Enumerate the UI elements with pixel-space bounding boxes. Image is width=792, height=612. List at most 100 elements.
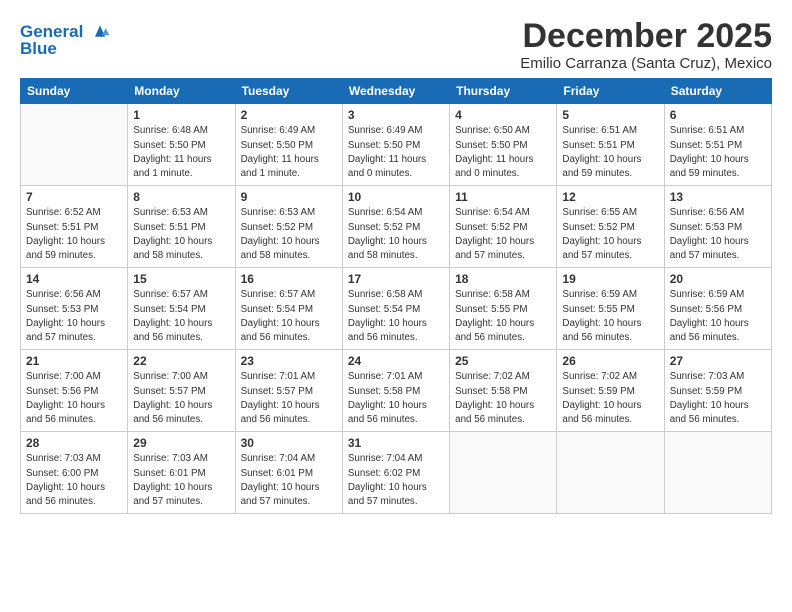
weekday-header-sunday: Sunday	[21, 79, 128, 104]
day-number: 11	[455, 190, 551, 204]
day-number: 24	[348, 354, 444, 368]
calendar-cell: 1 Sunrise: 6:48 AMSunset: 5:50 PMDaylight…	[128, 104, 235, 186]
logo-line2: Blue	[20, 40, 111, 59]
day-info: Sunrise: 6:52 AMSunset: 5:51 PMDaylight:…	[26, 206, 122, 263]
calendar-cell: 25 Sunrise: 7:02 AMSunset: 5:58 PMDayligh…	[450, 350, 557, 432]
day-number: 26	[562, 354, 658, 368]
day-info: Sunrise: 7:02 AMSunset: 5:58 PMDaylight:…	[455, 370, 551, 427]
calendar-cell: 15Sunrise: 6:57 AMSunset: 5:54 PMDayligh…	[128, 268, 235, 350]
calendar-cell	[557, 432, 664, 514]
month-title: December 2025	[520, 18, 772, 55]
calendar-cell: 27Sunrise: 7:03 AMSunset: 5:59 PMDayligh…	[664, 350, 771, 432]
day-info: Sunrise: 6:53 AMSunset: 5:52 PMDaylight:…	[241, 206, 337, 263]
calendar-cell: 20 Sunrise: 6:59 AMSunset: 5:56 PMDayligh…	[664, 268, 771, 350]
calendar-cell: 26 Sunrise: 7:02 AMSunset: 5:59 PMDayligh…	[557, 350, 664, 432]
day-number: 19	[562, 272, 658, 286]
day-number: 5	[562, 108, 658, 122]
calendar-week-row: 21 Sunrise: 7:00 AMSunset: 5:56 PMDayligh…	[21, 350, 772, 432]
calendar-week-row: 28Sunrise: 7:03 AMSunset: 6:00 PMDayligh…	[21, 432, 772, 514]
weekday-header-saturday: Saturday	[664, 79, 771, 104]
day-info: Sunrise: 7:04 AMSunset: 6:02 PMDaylight:…	[348, 452, 444, 509]
weekday-header-tuesday: Tuesday	[235, 79, 342, 104]
calendar-header-row: SundayMondayTuesdayWednesdayThursdayFrid…	[21, 79, 772, 104]
day-number: 13	[670, 190, 766, 204]
calendar-week-row: 1 Sunrise: 6:48 AMSunset: 5:50 PMDaylight…	[21, 104, 772, 186]
calendar-cell: 22 Sunrise: 7:00 AMSunset: 5:57 PMDayligh…	[128, 350, 235, 432]
weekday-header-wednesday: Wednesday	[342, 79, 449, 104]
calendar-cell: 12 Sunrise: 6:55 AMSunset: 5:52 PMDayligh…	[557, 186, 664, 268]
day-info: Sunrise: 6:59 AMSunset: 5:55 PMDaylight:…	[562, 288, 658, 345]
weekday-header-monday: Monday	[128, 79, 235, 104]
day-info: Sunrise: 7:02 AMSunset: 5:59 PMDaylight:…	[562, 370, 658, 427]
day-info: Sunrise: 7:01 AMSunset: 5:58 PMDaylight:…	[348, 370, 444, 427]
calendar-cell: 18 Sunrise: 6:58 AMSunset: 5:55 PMDayligh…	[450, 268, 557, 350]
day-info: Sunrise: 6:57 AMSunset: 5:54 PMDaylight:…	[133, 288, 229, 345]
day-info: Sunrise: 7:04 AMSunset: 6:01 PMDaylight:…	[241, 452, 337, 509]
day-info: Sunrise: 7:03 AMSunset: 5:59 PMDaylight:…	[670, 370, 766, 427]
calendar-cell: 29Sunrise: 7:03 AMSunset: 6:01 PMDayligh…	[128, 432, 235, 514]
calendar-cell: 30 Sunrise: 7:04 AMSunset: 6:01 PMDayligh…	[235, 432, 342, 514]
calendar-cell: 7 Sunrise: 6:52 AMSunset: 5:51 PMDaylight…	[21, 186, 128, 268]
day-number: 18	[455, 272, 551, 286]
day-info: Sunrise: 7:00 AMSunset: 5:57 PMDaylight:…	[133, 370, 229, 427]
calendar-cell: 9 Sunrise: 6:53 AMSunset: 5:52 PMDaylight…	[235, 186, 342, 268]
day-number: 10	[348, 190, 444, 204]
day-info: Sunrise: 6:59 AMSunset: 5:56 PMDaylight:…	[670, 288, 766, 345]
weekday-header-friday: Friday	[557, 79, 664, 104]
day-info: Sunrise: 6:49 AMSunset: 5:50 PMDaylight:…	[348, 124, 444, 181]
day-number: 17	[348, 272, 444, 286]
day-info: Sunrise: 6:56 AMSunset: 5:53 PMDaylight:…	[670, 206, 766, 263]
calendar-week-row: 14Sunrise: 6:56 AMSunset: 5:53 PMDayligh…	[21, 268, 772, 350]
day-number: 30	[241, 436, 337, 450]
day-number: 31	[348, 436, 444, 450]
calendar-cell: 14Sunrise: 6:56 AMSunset: 5:53 PMDayligh…	[21, 268, 128, 350]
day-number: 28	[26, 436, 122, 450]
day-number: 14	[26, 272, 122, 286]
day-number: 1	[133, 108, 229, 122]
day-info: Sunrise: 6:48 AMSunset: 5:50 PMDaylight:…	[133, 124, 229, 181]
day-number: 20	[670, 272, 766, 286]
weekday-header-thursday: Thursday	[450, 79, 557, 104]
calendar-cell: 2Sunrise: 6:49 AMSunset: 5:50 PMDaylight…	[235, 104, 342, 186]
day-number: 22	[133, 354, 229, 368]
day-info: Sunrise: 6:50 AMSunset: 5:50 PMDaylight:…	[455, 124, 551, 181]
calendar-cell: 23Sunrise: 7:01 AMSunset: 5:57 PMDayligh…	[235, 350, 342, 432]
calendar-cell	[21, 104, 128, 186]
day-info: Sunrise: 7:01 AMSunset: 5:57 PMDaylight:…	[241, 370, 337, 427]
day-number: 16	[241, 272, 337, 286]
calendar-cell: 31 Sunrise: 7:04 AMSunset: 6:02 PMDayligh…	[342, 432, 449, 514]
day-number: 2	[241, 108, 337, 122]
day-info: Sunrise: 6:54 AMSunset: 5:52 PMDaylight:…	[455, 206, 551, 263]
calendar-cell: 8Sunrise: 6:53 AMSunset: 5:51 PMDaylight…	[128, 186, 235, 268]
day-number: 12	[562, 190, 658, 204]
day-number: 7	[26, 190, 122, 204]
day-info: Sunrise: 6:54 AMSunset: 5:52 PMDaylight:…	[348, 206, 444, 263]
day-number: 4	[455, 108, 551, 122]
calendar-cell: 13 Sunrise: 6:56 AMSunset: 5:53 PMDayligh…	[664, 186, 771, 268]
calendar-cell: 16 Sunrise: 6:57 AMSunset: 5:54 PMDayligh…	[235, 268, 342, 350]
day-info: Sunrise: 6:51 AMSunset: 5:51 PMDaylight:…	[670, 124, 766, 181]
page: General Blue December 2025 Emilio Carran…	[0, 0, 792, 612]
calendar-cell: 17Sunrise: 6:58 AMSunset: 5:54 PMDayligh…	[342, 268, 449, 350]
day-number: 21	[26, 354, 122, 368]
calendar-cell	[450, 432, 557, 514]
day-info: Sunrise: 6:57 AMSunset: 5:54 PMDaylight:…	[241, 288, 337, 345]
logo: General Blue	[20, 22, 111, 58]
day-number: 3	[348, 108, 444, 122]
day-info: Sunrise: 7:00 AMSunset: 5:56 PMDaylight:…	[26, 370, 122, 427]
subtitle: Emilio Carranza (Santa Cruz), Mexico	[520, 55, 772, 72]
calendar-cell: 21 Sunrise: 7:00 AMSunset: 5:56 PMDayligh…	[21, 350, 128, 432]
title-area: December 2025 Emilio Carranza (Santa Cru…	[520, 18, 772, 72]
calendar-cell: 28Sunrise: 7:03 AMSunset: 6:00 PMDayligh…	[21, 432, 128, 514]
calendar-cell: 3 Sunrise: 6:49 AMSunset: 5:50 PMDaylight…	[342, 104, 449, 186]
calendar-cell: 6 Sunrise: 6:51 AMSunset: 5:51 PMDaylight…	[664, 104, 771, 186]
day-info: Sunrise: 6:55 AMSunset: 5:52 PMDaylight:…	[562, 206, 658, 263]
day-number: 6	[670, 108, 766, 122]
day-number: 9	[241, 190, 337, 204]
day-number: 25	[455, 354, 551, 368]
calendar-cell: 5Sunrise: 6:51 AMSunset: 5:51 PMDaylight…	[557, 104, 664, 186]
day-info: Sunrise: 6:58 AMSunset: 5:55 PMDaylight:…	[455, 288, 551, 345]
day-info: Sunrise: 6:53 AMSunset: 5:51 PMDaylight:…	[133, 206, 229, 263]
calendar-table: SundayMondayTuesdayWednesdayThursdayFrid…	[20, 78, 772, 514]
calendar-cell	[664, 432, 771, 514]
